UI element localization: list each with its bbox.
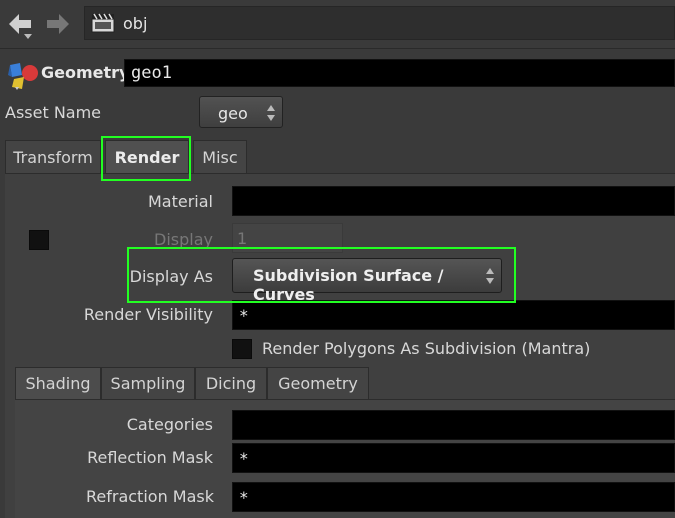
reflection-mask-field[interactable]: *: [232, 443, 675, 473]
asset-name-menu[interactable]: geo: [199, 96, 283, 128]
render-visibility-value: *: [239, 306, 249, 325]
asset-name-label: Asset Name: [5, 103, 102, 122]
tab-render[interactable]: Render: [105, 140, 189, 173]
tab-sampling[interactable]: Sampling: [101, 367, 195, 399]
path-text: obj: [123, 14, 148, 33]
render-polygons-label: Render Polygons As Subdivision (Mantra): [262, 339, 591, 358]
material-field[interactable]: [232, 186, 675, 216]
tab-dicing[interactable]: Dicing: [195, 367, 267, 399]
tab-transform[interactable]: Transform: [5, 140, 101, 173]
refraction-mask-value: *: [239, 488, 249, 507]
tab-misc[interactable]: Misc: [193, 140, 247, 173]
render-visibility-label: Render Visibility: [83, 305, 213, 324]
updown-arrows-icon: [486, 268, 494, 284]
display-as-label: Display As: [129, 267, 213, 286]
display-as-menu[interactable]: Subdivision Surface / Curves: [232, 258, 502, 304]
asset-name-value: geo: [218, 104, 248, 123]
node-name-field[interactable]: geo1: [124, 59, 675, 87]
display-value: 1: [237, 229, 248, 248]
reflection-mask-label: Reflection Mask: [87, 448, 213, 467]
categories-label: Categories: [126, 415, 213, 434]
arrow-right-icon: [47, 14, 69, 34]
updown-arrows-icon: [267, 105, 275, 121]
geometry-node-icon[interactable]: [6, 61, 40, 91]
refraction-mask-field[interactable]: *: [232, 482, 675, 512]
material-label: Material: [148, 192, 213, 211]
display-field[interactable]: 1: [232, 223, 343, 253]
render-polygons-checkbox[interactable]: [232, 339, 252, 359]
forward-button[interactable]: [44, 10, 72, 38]
tab-shading[interactable]: Shading: [15, 367, 101, 399]
render-visibility-field[interactable]: *: [232, 300, 675, 330]
clapboard-icon: [91, 13, 115, 33]
display-as-value: Subdivision Surface / Curves: [253, 266, 444, 304]
node-type-label: Geometry: [41, 63, 130, 82]
display-label: Display: [154, 230, 213, 249]
tab-geometry[interactable]: Geometry: [267, 367, 369, 399]
reflection-mask-value: *: [239, 449, 249, 468]
refraction-mask-label: Refraction Mask: [86, 487, 214, 506]
back-history-icon[interactable]: [24, 34, 32, 39]
categories-field[interactable]: [232, 410, 675, 440]
network-path-field[interactable]: obj: [84, 6, 675, 40]
display-toggle-checkbox[interactable]: [29, 230, 49, 250]
